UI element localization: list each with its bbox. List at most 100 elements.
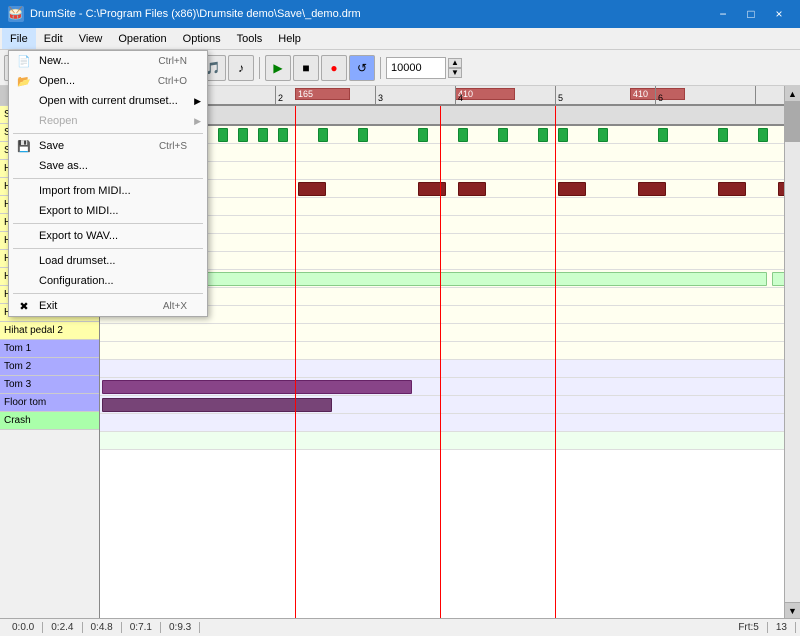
track-label-hihat-pedal2[interactable]: Hihat pedal 2 xyxy=(0,322,99,340)
track-label-floor-tom[interactable]: Floor tom xyxy=(0,394,99,412)
note xyxy=(318,128,328,142)
note xyxy=(458,128,468,142)
menu-reopen[interactable]: Reopen xyxy=(9,111,207,131)
status-position: 0:0.0 xyxy=(4,622,43,633)
track-row-tom3[interactable] xyxy=(100,396,784,414)
ruler-mark-7 xyxy=(755,86,758,104)
menu-open[interactable]: 📂 Open... Ctrl+O xyxy=(9,71,207,91)
note xyxy=(758,128,768,142)
menu-view[interactable]: View xyxy=(71,28,111,49)
track-row-tom2[interactable] xyxy=(100,378,784,396)
menu-configuration[interactable]: Configuration... xyxy=(9,271,207,291)
tempo-spinner: ▲ ▼ xyxy=(448,58,462,78)
scroll-track[interactable] xyxy=(785,102,800,602)
menu-edit[interactable]: Edit xyxy=(36,28,71,49)
menu-save[interactable]: 💾 Save Ctrl+S xyxy=(9,136,207,156)
tempo-down[interactable]: ▼ xyxy=(448,68,462,78)
separator-1 xyxy=(13,133,203,134)
exit-icon: ✖ xyxy=(15,299,33,313)
track-row-tom1[interactable] xyxy=(100,360,784,378)
track-row-floor-tom[interactable] xyxy=(100,414,784,432)
hihat-open-block2 xyxy=(772,272,784,286)
status-time4: 0:9.3 xyxy=(161,622,200,633)
separator xyxy=(259,57,260,79)
app-icon: 🥁 xyxy=(8,6,24,22)
tempo-up[interactable]: ▲ xyxy=(448,58,462,68)
note xyxy=(718,128,728,142)
note xyxy=(558,128,568,142)
menu-export-wav[interactable]: Export to WAV... xyxy=(9,226,207,246)
scroll-down-button[interactable]: ▼ xyxy=(785,602,800,618)
loop-button[interactable]: ↺ xyxy=(349,55,375,81)
minimize-button[interactable]: − xyxy=(710,4,736,24)
track-label-tom1[interactable]: Tom 1 xyxy=(0,340,99,358)
note xyxy=(278,128,288,142)
tom2-block xyxy=(102,380,412,394)
note xyxy=(498,128,508,142)
menu-new[interactable]: 📄 New... Ctrl+N xyxy=(9,51,207,71)
ruler-mark-6: 6 xyxy=(655,86,663,104)
menu-open-current[interactable]: Open with current drumset... xyxy=(9,91,207,111)
status-zoom: 13 xyxy=(768,622,796,633)
menu-exit[interactable]: ✖ Exit Alt+X xyxy=(9,296,207,316)
separator2 xyxy=(380,57,381,79)
note xyxy=(778,182,784,196)
separator-4 xyxy=(13,248,203,249)
note xyxy=(418,182,446,196)
record-button[interactable]: ● xyxy=(321,55,347,81)
menu-export-midi[interactable]: Export to MIDI... xyxy=(9,201,207,221)
note xyxy=(598,128,608,142)
note xyxy=(258,128,268,142)
menu-save-as[interactable]: Save as... xyxy=(9,156,207,176)
scroll-thumb[interactable] xyxy=(785,102,800,142)
scroll-up-button[interactable]: ▲ xyxy=(785,86,800,102)
track-row-crash[interactable] xyxy=(100,432,784,450)
track-label-tom3[interactable]: Tom 3 xyxy=(0,376,99,394)
new-icon: 📄 xyxy=(15,54,33,68)
status-time1: 0:2.4 xyxy=(43,622,82,633)
separator-3 xyxy=(13,223,203,224)
titlebar: 🥁 DrumSite - C:\Program Files (x86)\Drum… xyxy=(0,0,800,28)
close-button[interactable]: × xyxy=(766,4,792,24)
ruler-mark-2: 2 xyxy=(275,86,283,104)
note xyxy=(638,182,666,196)
menu-import-midi[interactable]: Import from MIDI... xyxy=(9,181,207,201)
vertical-scrollbar[interactable]: ▲ ▼ xyxy=(784,86,800,618)
menu-file[interactable]: File xyxy=(2,28,36,49)
status-time2: 0:4.8 xyxy=(83,622,122,633)
note xyxy=(718,182,746,196)
track-label-tom2[interactable]: Tom 2 xyxy=(0,358,99,376)
note xyxy=(298,182,326,196)
track-row-hihat-pedal2[interactable] xyxy=(100,342,784,360)
note xyxy=(218,128,228,142)
note xyxy=(538,128,548,142)
open-icon: 📂 xyxy=(15,74,33,88)
menu-help[interactable]: Help xyxy=(270,28,309,49)
note xyxy=(658,128,668,142)
status-time3: 0:7.1 xyxy=(122,622,161,633)
menu-options[interactable]: Options xyxy=(175,28,229,49)
play-button[interactable]: ▶ xyxy=(265,55,291,81)
menu-tools[interactable]: Tools xyxy=(229,28,271,49)
menubar: File Edit View Operation Options Tools H… xyxy=(0,28,800,50)
ruler-section-2: 165 xyxy=(295,88,350,100)
maximize-button[interactable]: □ xyxy=(738,4,764,24)
menu-load-drumset[interactable]: Load drumset... xyxy=(9,251,207,271)
track-row-hihat-pedal[interactable] xyxy=(100,324,784,342)
note xyxy=(458,182,486,196)
note xyxy=(418,128,428,142)
ruler-mark-4: 4 xyxy=(455,86,463,104)
tool2-button[interactable]: ♪ xyxy=(228,55,254,81)
note xyxy=(358,128,368,142)
tom3-block xyxy=(102,398,332,412)
statusbar: 0:0.0 0:2.4 0:4.8 0:7.1 0:9.3 Frt:5 13 xyxy=(0,618,800,636)
menu-operation[interactable]: Operation xyxy=(110,28,174,49)
file-dropdown-menu: 📄 New... Ctrl+N 📂 Open... Ctrl+O Open wi… xyxy=(8,50,208,317)
ruler-mark-3: 3 xyxy=(375,86,383,104)
tempo-input[interactable]: 10000 xyxy=(386,57,446,79)
note xyxy=(238,128,248,142)
note xyxy=(558,182,586,196)
ruler-mark-5: 5 xyxy=(555,86,563,104)
stop-button[interactable]: ■ xyxy=(293,55,319,81)
track-label-crash[interactable]: Crash xyxy=(0,412,99,430)
